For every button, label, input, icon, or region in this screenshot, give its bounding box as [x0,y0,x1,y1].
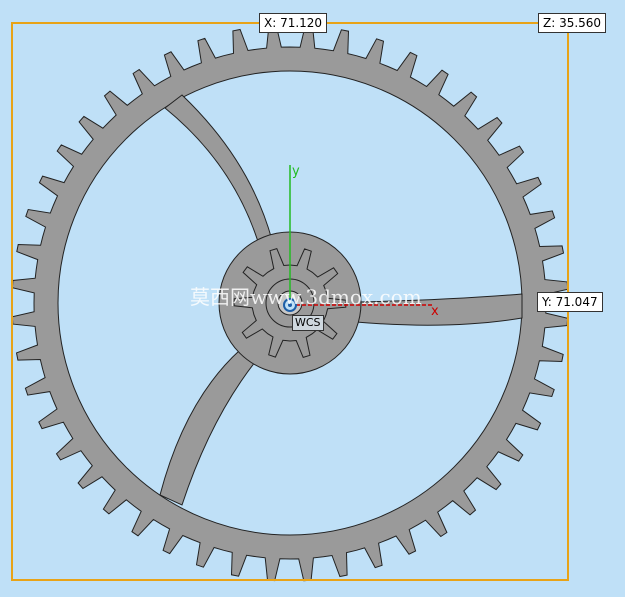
graphics-viewport[interactable]: y x 莫西网www.3dmox.com X: 71.120 Z: 35.560… [0,0,625,597]
wcs-label: WCS [292,315,324,331]
x-dimension-label: X: 71.120 [259,13,328,33]
z-dimension-label: Z: 35.560 [538,13,607,33]
bounding-box [11,22,569,581]
y-dimension-label: Y: 71.047 [537,292,603,312]
